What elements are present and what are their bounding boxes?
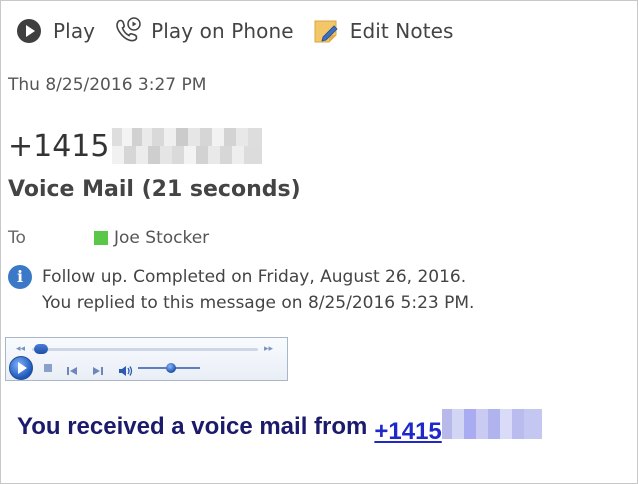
seek-back-icon[interactable]: ◂◂ xyxy=(16,344,25,354)
player-play-button[interactable] xyxy=(9,356,33,380)
play-label: Play xyxy=(53,19,96,43)
message-reading-pane: Play Play on Phone Edit Notes Thu 8/25/2… xyxy=(0,0,638,484)
play-button[interactable]: Play xyxy=(15,15,95,47)
phone-icon xyxy=(113,16,143,46)
caller-number-link[interactable]: +1415 xyxy=(374,408,542,446)
stop-button[interactable] xyxy=(44,364,52,372)
volume-thumb[interactable] xyxy=(166,363,176,373)
received-date: Thu 8/25/2016 3:27 PM xyxy=(8,75,207,95)
info-icon: i xyxy=(8,265,32,289)
edit-notes-icon xyxy=(312,17,340,45)
recipient-name[interactable]: Joe Stocker xyxy=(114,228,209,248)
follow-up-status: Follow up. Completed on Friday, August 2… xyxy=(42,267,467,287)
to-label: To xyxy=(8,228,26,248)
seek-forward-icon[interactable]: ▸▸ xyxy=(264,344,273,354)
sender-number: +1415 xyxy=(8,128,110,164)
info-text: Follow up. Completed on Friday, August 2… xyxy=(42,264,474,316)
voicemail-toolbar: Play Play on Phone Edit Notes xyxy=(15,15,454,47)
message-body: You received a voice mail from +1415 xyxy=(17,408,542,445)
seek-thumb[interactable] xyxy=(34,344,48,354)
volume-icon[interactable] xyxy=(118,362,134,376)
edit-notes-button[interactable]: Edit Notes xyxy=(312,15,454,47)
seek-bar[interactable] xyxy=(32,348,258,351)
play-icon xyxy=(15,17,43,45)
edit-notes-label: Edit Notes xyxy=(349,19,454,43)
presence-status-icon xyxy=(94,231,108,245)
info-bar: i Follow up. Completed on Friday, August… xyxy=(8,264,474,316)
body-text: You received a voice mail from xyxy=(17,413,368,440)
redacted-digits xyxy=(112,128,263,164)
reply-status: You replied to this message on 8/25/2016… xyxy=(42,293,475,313)
previous-icon[interactable] xyxy=(66,362,78,375)
sender-header: +1415 xyxy=(8,124,263,168)
play-on-phone-label: Play on Phone xyxy=(151,19,294,43)
caller-number-link-text: +1415 xyxy=(374,417,442,445)
message-subject: Voice Mail (21 seconds) xyxy=(8,177,301,202)
redacted-link-digits xyxy=(441,408,542,439)
recipient-row: To Joe Stocker xyxy=(8,227,209,249)
next-icon[interactable] xyxy=(92,362,104,375)
media-player: ◂◂ ▸▸ xyxy=(5,337,288,381)
play-on-phone-button[interactable]: Play on Phone xyxy=(113,15,294,47)
